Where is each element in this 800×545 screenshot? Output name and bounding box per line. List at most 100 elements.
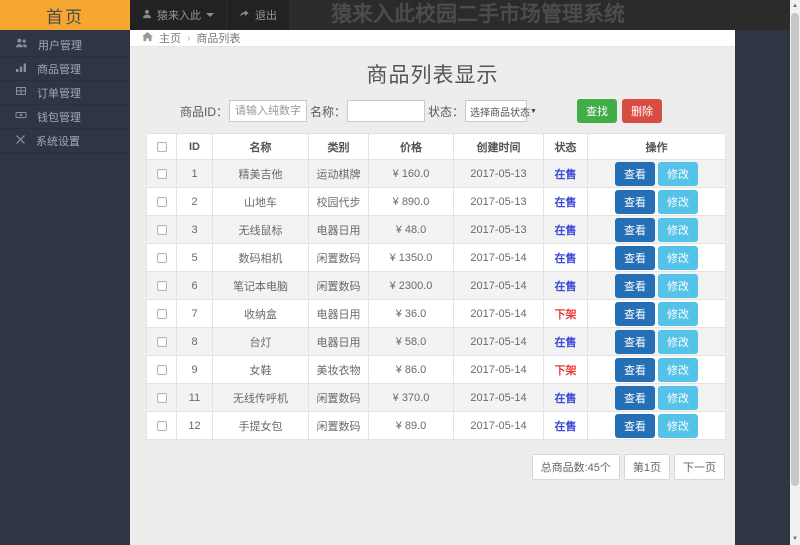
view-button[interactable]: 查看 — [615, 413, 655, 438]
edit-button[interactable]: 修改 — [658, 161, 698, 186]
cell-created: 2017-05-14 — [453, 243, 544, 272]
row-checkbox[interactable] — [156, 364, 167, 375]
row-checkbox[interactable] — [156, 196, 167, 207]
row-checkbox[interactable] — [156, 224, 167, 235]
sidebar-item-label: 订单管理 — [37, 87, 81, 100]
table-row: 2 山地车 校园代步 ¥ 890.0 2017-05-13 在售 查看 修改 — [146, 187, 726, 216]
scroll-up-icon[interactable]: ▲ — [790, 0, 800, 12]
sidebar-item-products[interactable]: 商品管理 — [0, 57, 130, 81]
status-badge: 下架 — [554, 308, 577, 321]
status-badge: 在售 — [554, 252, 577, 265]
edit-button[interactable]: 修改 — [658, 357, 698, 382]
table-icon — [15, 85, 27, 100]
cell-operations: 查看 修改 — [587, 243, 726, 272]
view-button[interactable]: 查看 — [615, 385, 655, 410]
select-all-checkbox[interactable] — [156, 141, 167, 152]
topbar: 首页 猿来入此 退出 猿来入此校园二手市场管理系统 — [0, 0, 790, 30]
table-row: 5 数码相机 闲置数码 ¥ 1350.0 2017-05-14 在售 查看 修改 — [146, 243, 726, 272]
view-button[interactable]: 查看 — [615, 329, 655, 354]
view-button[interactable]: 查看 — [615, 217, 655, 242]
cell-price: ¥ 160.0 — [368, 159, 454, 188]
sidebar-item-orders[interactable]: 订单管理 — [0, 81, 130, 105]
select-all-header — [146, 133, 177, 160]
row-checkbox[interactable] — [156, 252, 167, 263]
view-button[interactable]: 查看 — [615, 301, 655, 326]
edit-button[interactable]: 修改 — [658, 413, 698, 438]
cell-id: 11 — [176, 383, 213, 412]
row-checkbox[interactable] — [156, 420, 167, 431]
search-button[interactable]: 查找 — [577, 99, 618, 123]
row-checkbox[interactable] — [156, 308, 167, 319]
view-button[interactable]: 查看 — [615, 273, 655, 298]
status-select[interactable]: 选择商品状态 ▼ — [465, 100, 537, 122]
product-id-input[interactable] — [229, 100, 308, 122]
table-row: 11 无线传呼机 闲置数码 ¥ 370.0 2017-05-14 在售 查看 修改 — [146, 383, 726, 412]
col-header-6: 操作 — [587, 133, 726, 160]
cell-select — [146, 243, 177, 272]
sidebar-item-wallet[interactable]: 钱包管理 — [0, 105, 130, 129]
breadcrumb-current: 商品列表 — [196, 33, 241, 45]
edit-button[interactable]: 修改 — [658, 245, 698, 270]
cell-id: 2 — [176, 187, 213, 216]
cell-status: 在售 — [543, 243, 588, 272]
table-row: 8 台灯 电器日用 ¥ 58.0 2017-05-14 在售 查看 修改 — [146, 327, 726, 356]
cell-id: 9 — [176, 355, 213, 384]
main-area: 用户管理 商品管理 订单管理 钱包管理 系统设置 主页 › 商品列表 商品列表显… — [0, 30, 790, 545]
current-page-button[interactable]: 第1页 — [623, 454, 670, 480]
cell-price: ¥ 36.0 — [368, 299, 454, 328]
row-checkbox[interactable] — [156, 280, 167, 291]
cell-operations: 查看 修改 — [587, 187, 726, 216]
edit-button[interactable]: 修改 — [658, 301, 698, 326]
breadcrumb-home[interactable]: 主页 — [159, 30, 181, 46]
row-checkbox[interactable] — [156, 336, 167, 347]
col-header-2: 类别 — [308, 133, 369, 160]
view-button[interactable]: 查看 — [615, 189, 655, 214]
delete-button[interactable]: 删除 — [622, 99, 663, 123]
table-header-row: ID 名称 类别 价格 创建时间 状态 操作 — [146, 133, 726, 160]
cell-select — [146, 327, 177, 356]
scrollbar[interactable]: ▲ ▼ — [790, 0, 800, 545]
table-row: 7 收纳盒 电器日用 ¥ 36.0 2017-05-14 下架 查看 修改 — [146, 299, 726, 328]
table-row: 12 手提女包 闲置数码 ¥ 89.0 2017-05-14 在售 查看 修改 — [146, 411, 726, 440]
scroll-down-icon[interactable]: ▼ — [790, 533, 800, 545]
cell-status: 下架 — [543, 299, 588, 328]
sidebar: 用户管理 商品管理 订单管理 钱包管理 系统设置 — [0, 30, 130, 545]
edit-button[interactable]: 修改 — [658, 189, 698, 214]
col-header-4: 创建时间 — [453, 133, 544, 160]
cell-created: 2017-05-14 — [453, 355, 544, 384]
cell-name: 无线传呼机 — [212, 383, 309, 412]
sidebar-item-settings[interactable]: 系统设置 — [0, 129, 130, 153]
cell-operations: 查看 修改 — [587, 355, 726, 384]
page-title: 商品列表显示 — [366, 64, 499, 87]
brand-home[interactable]: 首页 — [0, 0, 130, 30]
cell-name: 数码相机 — [212, 243, 309, 272]
row-checkbox[interactable] — [156, 392, 167, 403]
col-header-3: 价格 — [368, 133, 454, 160]
user-menu[interactable]: 猿来入此 — [130, 0, 227, 30]
view-button[interactable]: 查看 — [615, 245, 655, 270]
logout-button[interactable]: 退出 — [227, 0, 290, 30]
view-button[interactable]: 查看 — [615, 161, 655, 186]
status-badge: 在售 — [554, 196, 577, 209]
sidebar-item-users[interactable]: 用户管理 — [0, 33, 130, 57]
content-body: 商品列表显示 商品ID： 名称： 状态： 选择商品状态 ▼ 查找 删除 — [130, 47, 735, 545]
name-input[interactable] — [347, 100, 426, 122]
cell-id: 12 — [176, 411, 213, 440]
row-checkbox[interactable] — [156, 168, 167, 179]
cell-created: 2017-05-14 — [453, 299, 544, 328]
cell-price: ¥ 86.0 — [368, 355, 454, 384]
cell-price: ¥ 58.0 — [368, 327, 454, 356]
view-button[interactable]: 查看 — [615, 357, 655, 382]
cell-created: 2017-05-14 — [453, 271, 544, 300]
cell-select — [146, 355, 177, 384]
scrollbar-thumb[interactable] — [791, 13, 799, 486]
edit-button[interactable]: 修改 — [658, 217, 698, 242]
next-page-button[interactable]: 下一页 — [674, 454, 725, 480]
edit-button[interactable]: 修改 — [658, 329, 698, 354]
filter-row: 商品ID： 名称： 状态： 选择商品状态 ▼ 查找 删除 — [130, 99, 735, 123]
cell-status: 在售 — [543, 215, 588, 244]
cell-price: ¥ 2300.0 — [368, 271, 454, 300]
edit-button[interactable]: 修改 — [658, 273, 698, 298]
edit-button[interactable]: 修改 — [658, 385, 698, 410]
sidebar-item-label: 系统设置 — [36, 135, 80, 148]
